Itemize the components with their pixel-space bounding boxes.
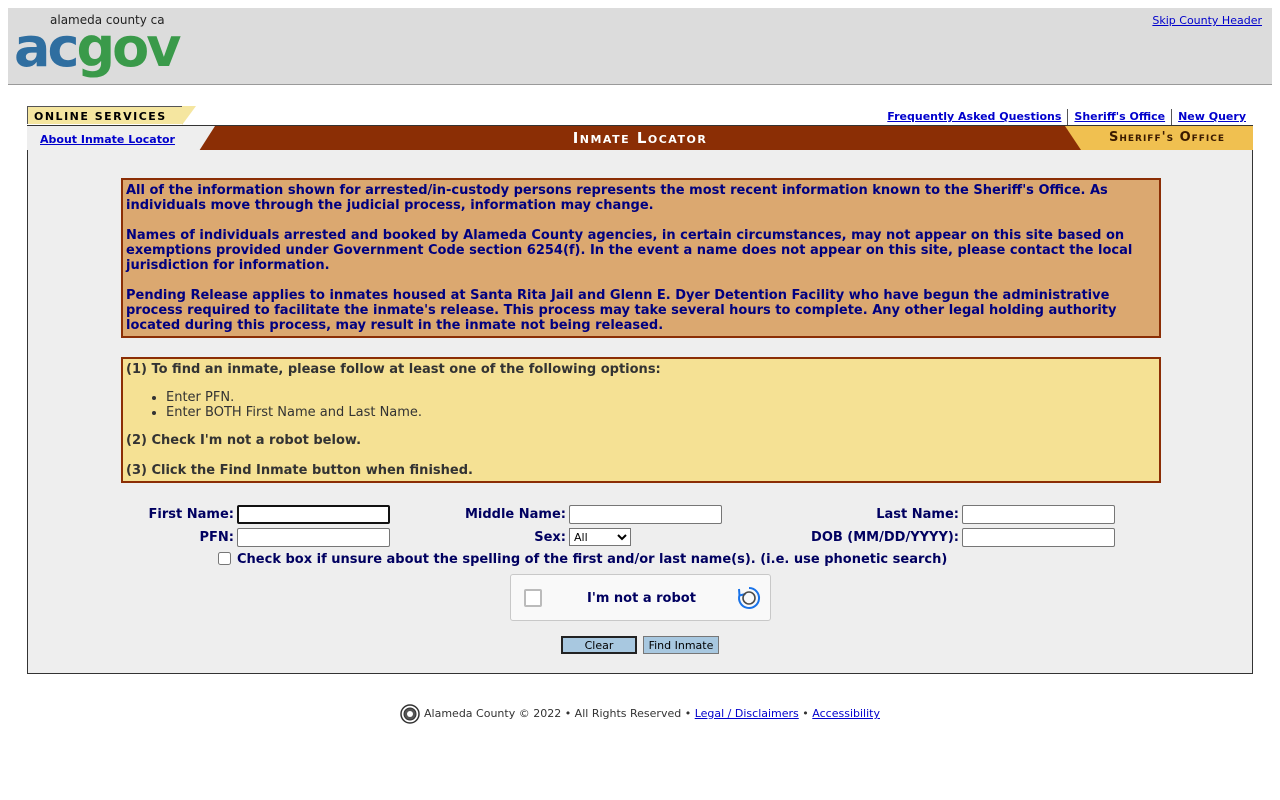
online-services-tab: ONLINE SERVICES xyxy=(27,106,183,124)
logo-ac: ac xyxy=(14,16,79,79)
notice-paragraph: Names of individuals arrested and booked… xyxy=(126,228,1133,273)
instruction-step-3: (3) Click the Find Inmate button when fi… xyxy=(126,463,473,478)
sheriffs-office-link[interactable]: Sheriff's Office xyxy=(1068,110,1171,123)
sheriffs-office-label: Sheriff's Office xyxy=(1081,126,1253,150)
about-inmate-locator-link[interactable]: About Inmate Locator xyxy=(40,133,175,146)
sheriff-cell-corner xyxy=(1065,126,1081,150)
pfn-label: PFN: xyxy=(199,530,235,545)
sex-label: Sex: xyxy=(534,530,566,545)
faq-link[interactable]: Frequently Asked Questions xyxy=(881,110,1067,123)
options-list: Enter PFN. Enter BOTH First Name and Las… xyxy=(126,390,1156,420)
option-item: Enter BOTH First Name and Last Name. xyxy=(166,405,1156,420)
last-name-input[interactable] xyxy=(962,505,1115,524)
find-inmate-button[interactable]: Find Inmate xyxy=(643,636,719,654)
county-seal-icon xyxy=(400,704,420,724)
pfn-input[interactable] xyxy=(237,528,390,547)
notice-paragraph: All of the information shown for arreste… xyxy=(126,183,1108,213)
skip-county-header-link[interactable]: Skip County Header xyxy=(1152,14,1262,27)
dob-input[interactable] xyxy=(962,528,1115,547)
phonetic-search-label: Check box if unsure about the spelling o… xyxy=(237,552,948,567)
county-header: alameda county ca acgov Skip County Head… xyxy=(8,8,1272,85)
instruction-step-2: (2) Check I'm not a robot below. xyxy=(126,433,362,448)
sex-select[interactable]: All xyxy=(569,528,631,546)
first-name-input[interactable] xyxy=(237,505,390,524)
last-name-label: Last Name: xyxy=(876,507,959,522)
phonetic-search-row: Check box if unsure about the spelling o… xyxy=(218,552,947,567)
legal-disclaimers-link[interactable]: Legal / Disclaimers xyxy=(695,707,799,720)
first-name-label: First Name: xyxy=(148,507,234,522)
dob-label: DOB (MM/DD/YYYY): xyxy=(811,530,959,545)
footer: Alameda County © 2022 • All Rights Reser… xyxy=(0,704,1280,724)
about-cell-corner xyxy=(199,126,215,151)
notice-paragraph: Pending Release applies to inmates house… xyxy=(126,288,1117,333)
notice-box: All of the information shown for arreste… xyxy=(121,178,1161,338)
captcha-refresh-icon xyxy=(738,586,761,609)
copyright-text: Alameda County © 2022 • All Rights Reser… xyxy=(424,707,692,720)
instructions-box: (1) To find an inmate, please follow at … xyxy=(121,357,1161,483)
new-query-link[interactable]: New Query xyxy=(1172,110,1252,123)
footer-bullet: • xyxy=(802,707,809,720)
online-services-tab-corner xyxy=(182,106,196,125)
accessibility-link[interactable]: Accessibility xyxy=(812,707,880,720)
instruction-step-1: (1) To find an inmate, please follow at … xyxy=(126,362,661,377)
main-panel: All of the information shown for arreste… xyxy=(27,150,1253,674)
top-links: Frequently Asked Questions Sheriff's Offi… xyxy=(881,109,1252,125)
acgov-logo[interactable]: acgov xyxy=(14,10,181,86)
option-item: Enter PFN. xyxy=(166,390,1156,405)
middle-name-label: Middle Name: xyxy=(464,507,566,522)
clear-button[interactable]: Clear xyxy=(561,636,637,654)
logo-gov: gov xyxy=(76,16,181,79)
middle-name-input[interactable] xyxy=(569,505,722,524)
captcha-widget: I'm not a robot xyxy=(510,574,771,621)
captcha-label: I'm not a robot xyxy=(587,591,696,606)
about-cell: About Inmate Locator xyxy=(27,126,199,151)
phonetic-search-checkbox[interactable] xyxy=(218,552,231,565)
inmate-locator-banner: Inmate Locator About Inmate Locator Sher… xyxy=(27,125,1253,151)
captcha-checkbox[interactable] xyxy=(524,589,542,607)
